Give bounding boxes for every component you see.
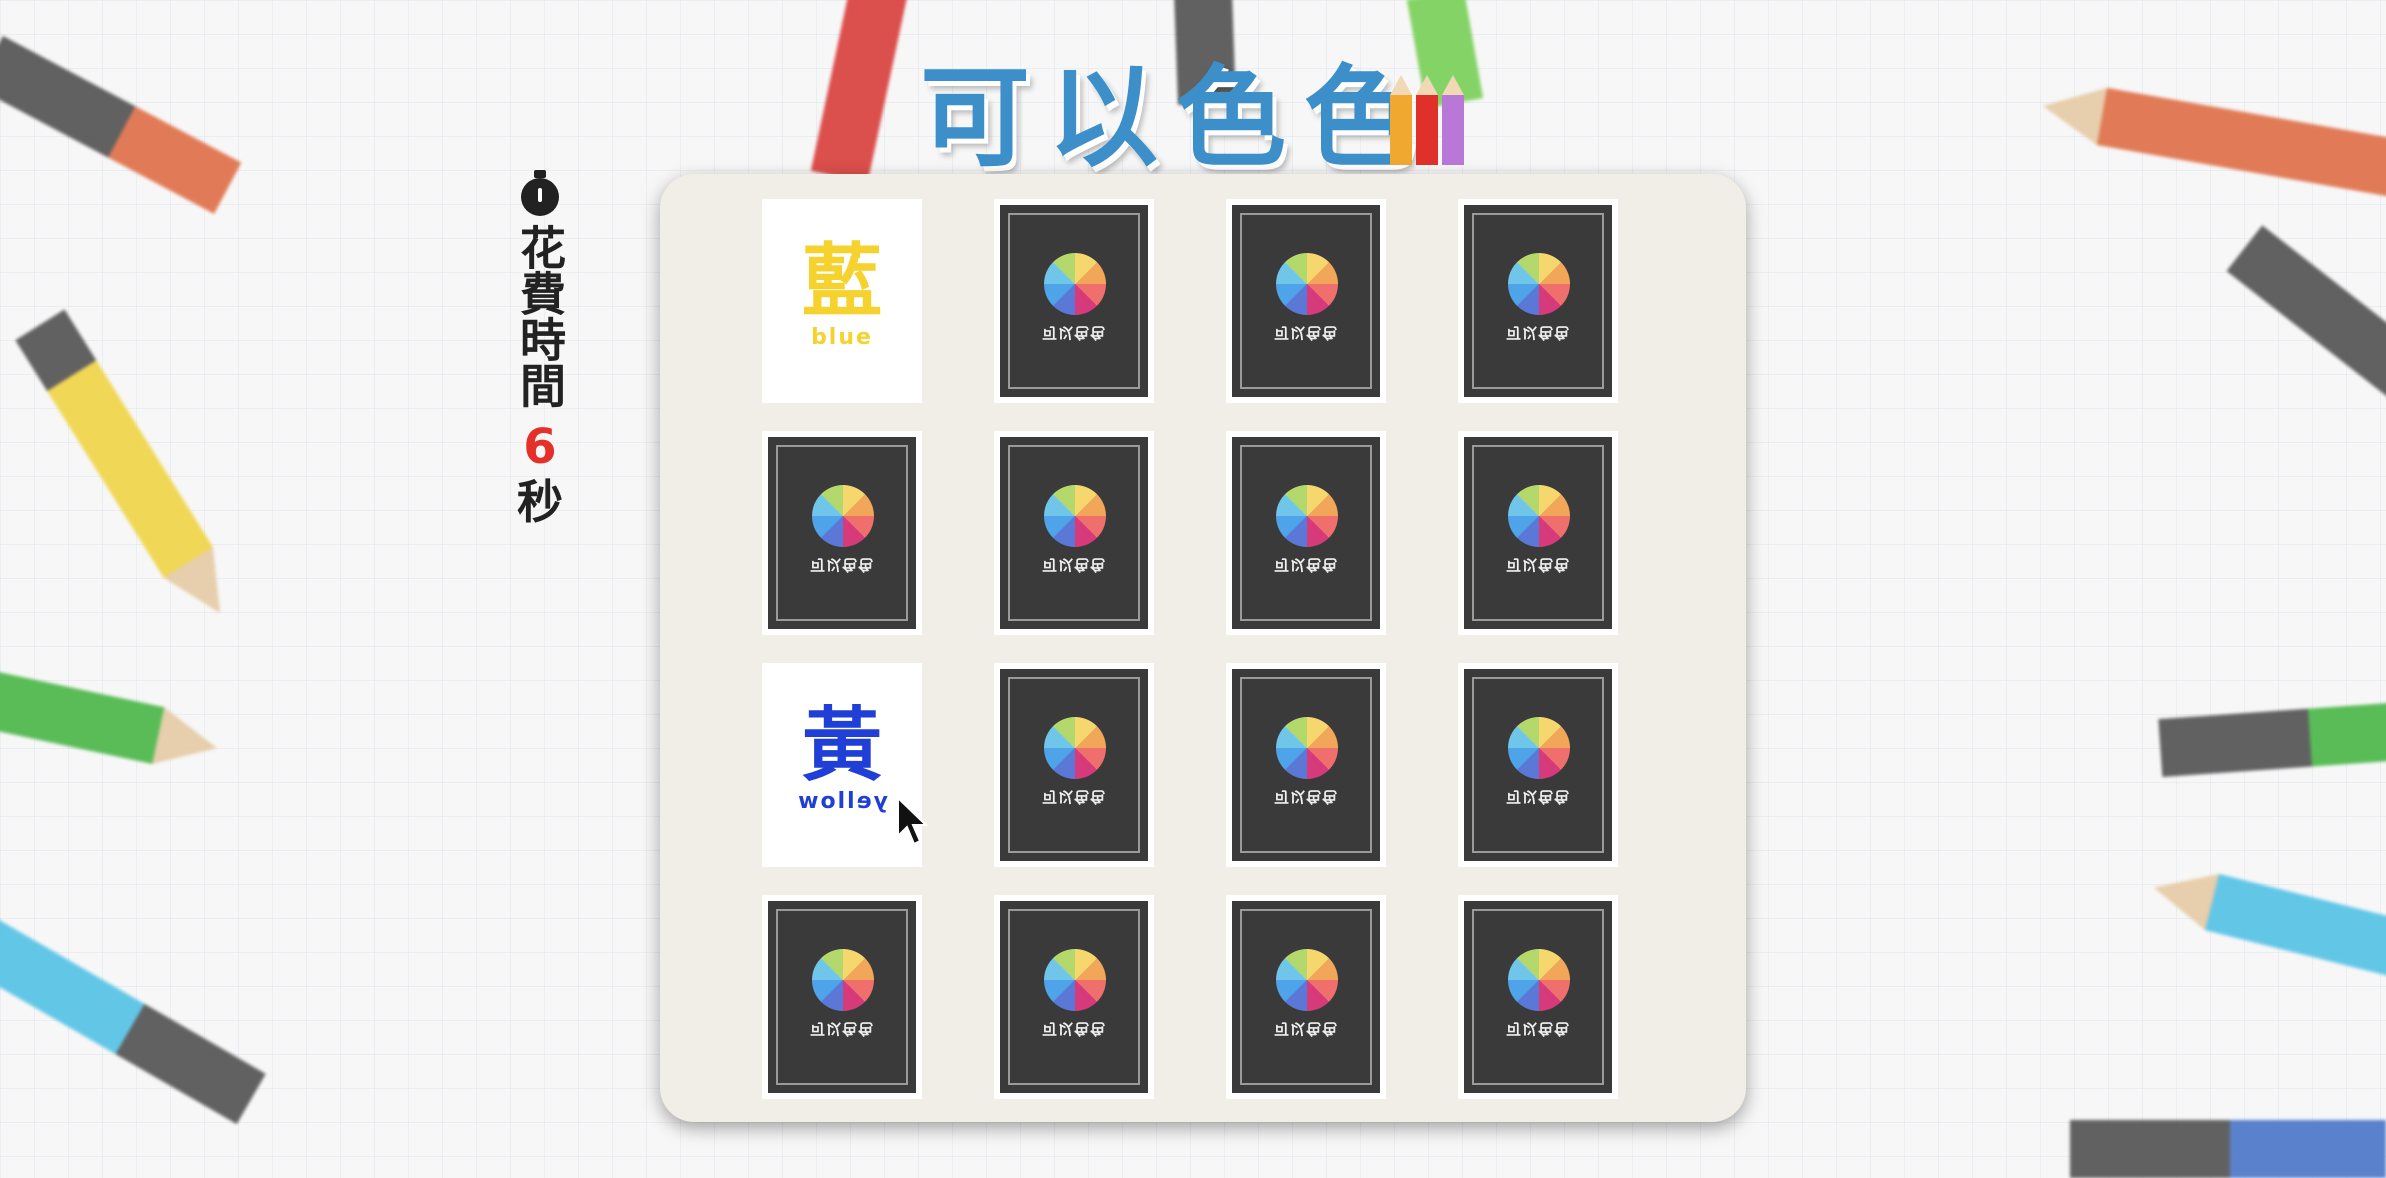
title-pencil-1 xyxy=(1390,75,1412,165)
card-back-brand: 可以色色 xyxy=(1041,324,1106,342)
card-back[interactable]: 可以色色 xyxy=(994,431,1154,635)
card-back-brand: 可以色色 xyxy=(1041,1020,1106,1038)
card-back[interactable]: 可以色色 xyxy=(1226,663,1386,867)
color-wheel-icon xyxy=(1044,717,1106,779)
card-back-panel: 可以色色 xyxy=(1464,205,1612,397)
card-back-panel: 可以色色 xyxy=(1000,205,1148,397)
color-wheel-icon xyxy=(1276,253,1338,315)
card-back[interactable]: 可以色色 xyxy=(994,663,1154,867)
card-back-panel: 可以色色 xyxy=(1464,437,1612,629)
decor-pencil-green-left xyxy=(0,661,223,777)
card-back[interactable]: 可以色色 xyxy=(762,431,922,635)
stopwatch-icon xyxy=(519,170,561,216)
card-back-brand: 可以色色 xyxy=(1273,1020,1338,1038)
card-back-panel: 可以色色 xyxy=(1000,437,1148,629)
decor-pencil-orange-right xyxy=(2037,77,2386,201)
card-back[interactable]: 可以色色 xyxy=(1458,431,1618,635)
card-back-panel: 可以色色 xyxy=(1232,669,1380,861)
color-wheel-icon xyxy=(1044,485,1106,547)
card-back-brand: 可以色色 xyxy=(1505,788,1570,806)
color-wheel-icon xyxy=(1276,717,1338,779)
timer-value: 6 xyxy=(523,419,557,475)
decor-pencil-gray-blue-bottom-right xyxy=(2070,1120,2386,1178)
card-back-panel: 可以色色 xyxy=(1232,901,1380,1093)
card-back-brand: 可以色色 xyxy=(1505,1020,1570,1038)
card-back[interactable]: 可以色色 xyxy=(1226,895,1386,1099)
color-wheel-icon xyxy=(812,949,874,1011)
decor-pencil-green-right xyxy=(2158,701,2386,777)
card-back[interactable]: 可以色色 xyxy=(1226,199,1386,403)
card-back-brand: 可以色色 xyxy=(1273,788,1338,806)
title-pencils-icon xyxy=(1390,75,1464,165)
color-wheel-icon xyxy=(1276,949,1338,1011)
card-back-panel: 可以色色 xyxy=(1232,437,1380,629)
game-title-area: 可以色色 xyxy=(920,20,1520,182)
card-back[interactable]: 可以色色 xyxy=(994,895,1154,1099)
card-back-panel: 可以色色 xyxy=(768,437,916,629)
card-back-panel: 可以色色 xyxy=(1232,205,1380,397)
card-back-brand: 可以色色 xyxy=(1041,788,1106,806)
color-wheel-icon xyxy=(1508,717,1570,779)
color-wheel-icon xyxy=(1508,485,1570,547)
color-wheel-icon xyxy=(1276,485,1338,547)
card-back-brand: 可以色色 xyxy=(809,556,874,574)
title-pencil-2 xyxy=(1416,75,1438,165)
card-board: 藍 blue 可以色色 可以色色 可以色色 可以色色 可以色色 可以色色 可以色色黃 yellow… xyxy=(660,174,1746,1122)
card-back-brand: 可以色色 xyxy=(1273,324,1338,342)
card-back[interactable]: 可以色色 xyxy=(1226,431,1386,635)
card-color-word: blue xyxy=(811,325,873,350)
timer-panel: 花費時間 6 秒 xyxy=(512,170,568,528)
card-color-glyph: 黃 xyxy=(802,699,882,792)
card-back[interactable]: 可以色色 xyxy=(762,895,922,1099)
card-color-glyph: 藍 xyxy=(802,235,882,328)
card-back-brand: 可以色色 xyxy=(809,1020,874,1038)
card-back[interactable]: 可以色色 xyxy=(1458,895,1618,1099)
title-pencil-3 xyxy=(1442,75,1464,165)
decor-pencil-red-top xyxy=(810,0,910,183)
mouse-cursor-icon xyxy=(897,796,929,846)
card-back-panel: 可以色色 xyxy=(1464,669,1612,861)
game-title: 可以色色 xyxy=(920,54,1432,182)
decor-pencil-yellow-left xyxy=(15,309,245,629)
card-back-panel: 可以色色 xyxy=(1000,669,1148,861)
card-back[interactable]: 可以色色 xyxy=(1458,663,1618,867)
color-wheel-icon xyxy=(1508,949,1570,1011)
color-wheel-icon xyxy=(1044,253,1106,315)
decor-pencil-blue-right xyxy=(2146,859,2386,979)
card-back-panel: 可以色色 xyxy=(1000,901,1148,1093)
card-back-brand: 可以色色 xyxy=(1505,556,1570,574)
card-back-panel: 可以色色 xyxy=(1464,901,1612,1093)
decor-pencil-gray-right xyxy=(2226,225,2386,413)
color-wheel-icon xyxy=(812,485,874,547)
decor-pencil-orange-left xyxy=(0,35,294,242)
timer-unit: 秒 xyxy=(517,475,563,529)
card-back[interactable]: 可以色色 xyxy=(994,199,1154,403)
card-back-brand: 可以色色 xyxy=(1273,556,1338,574)
color-wheel-icon xyxy=(1044,949,1106,1011)
card-back-brand: 可以色色 xyxy=(1505,324,1570,342)
card-back-brand: 可以色色 xyxy=(1041,556,1106,574)
timer-label: 花費時間 xyxy=(513,224,567,408)
color-wheel-icon xyxy=(1508,253,1570,315)
card-back-panel: 可以色色 xyxy=(768,901,916,1093)
card-back[interactable]: 可以色色 xyxy=(1458,199,1618,403)
card-face[interactable]: 藍 blue xyxy=(762,199,922,403)
decor-pencil-blue-left xyxy=(0,918,292,1139)
